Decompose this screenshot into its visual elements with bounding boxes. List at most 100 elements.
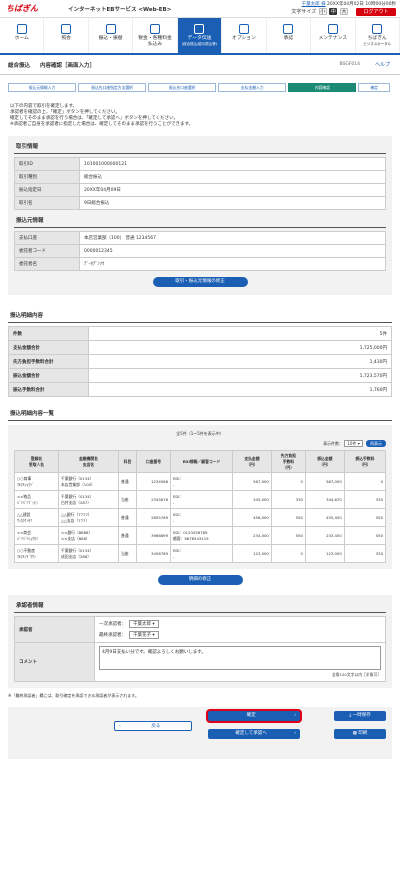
user-info: 千葉太郎 様 20XX年04月02日 10時00分00秒 [302, 1, 396, 7]
list-count: 全5件（1～5件を表示中） [176, 431, 224, 436]
bank-logo[interactable]: ちばぎん [6, 3, 38, 14]
table-row: ○○不動産 ﾏﾙﾏﾙﾌﾄﾞｳｻﾝ 千葉銀行（0134） 成田支店（286） 当座 34… [14, 544, 387, 563]
redisplay-button[interactable]: 再表示 [366, 440, 386, 447]
cell-bank: 千葉銀行（0134） 成田支店（286） [58, 544, 119, 563]
page-subtitle: 内容確認［画面入力］ [40, 62, 96, 69]
cell-kamoku: 当座 [118, 544, 137, 563]
table-row: ××物品 ﾊﾞﾂﾊﾞﾂﾌﾞｯﾋﾝ 千葉銀行（0134） 白井支店（287） 当座 23… [14, 490, 387, 509]
nav-transfer[interactable]: 振込・振替 [89, 18, 134, 53]
cell-fee-other: 0 [270, 544, 306, 563]
footnote: ※「最終承認者」欄には、取引確定を承認できる承認者が表示されます。 [8, 693, 139, 698]
nav-inquiry[interactable]: 照会 [44, 18, 89, 53]
cell-fee-other: 0 [270, 472, 306, 491]
cell-edi: EDI：0123456789 顧客：9876543219 [170, 526, 233, 545]
print-button[interactable]: ▦ 印刷 [334, 729, 386, 739]
cell-amt: 567,000 [304, 472, 345, 491]
nav-approval[interactable]: 承認 [267, 18, 312, 53]
meisai-section: 振込明細内容 件数 5件 支払金額合計 1,725,000円 先方負担手数料合計 1,… [8, 305, 392, 585]
cell-pay: 123,000 [232, 544, 272, 563]
col-bank: 金融機関名 支店名 [58, 450, 119, 473]
step-4: 支払金額入力 [218, 83, 287, 92]
action-area: ‹ 戻る 確定 › 確定して承認へ › ⤓ 一時保存 ▦ 印刷 [8, 707, 392, 759]
nav-option[interactable]: オプション [222, 18, 267, 53]
table-row: 委託者名 ﾃﾞｰﾀﾃﾞﾝｿｳ [14, 257, 386, 271]
cell-fee: 330 [343, 544, 387, 563]
display-count-select[interactable]: 10件 ▾ [344, 440, 363, 447]
section-title-list: 振込明細内容一覧 [8, 403, 392, 421]
save-draft-button[interactable]: ⤓ 一時保存 [334, 711, 386, 721]
table-row: 承認者 一次承認者： 千葉太郎 ▾ 最終承認者： 千葉花子 ▾ [14, 616, 386, 643]
header: ちばぎん インターネットEBサービス <Web-EB> 千葉太郎 様 20XX年… [0, 0, 400, 16]
cell-edi: EDI： - [170, 490, 233, 509]
table-row: 振込金額合計 1,723,570円 [8, 368, 392, 383]
fix-detail-button[interactable]: 明細の修正 [157, 575, 243, 585]
cell-kamoku: 普通 [118, 526, 137, 545]
home-icon [16, 24, 27, 34]
cell-name: △△建設 ｻﾝｶｸｹﾝｾﾂ [14, 508, 59, 527]
meisai-summary-table: 件数 5件 支払金額合計 1,725,000円 先方負担手数料合計 1,430円 振込… [8, 326, 392, 397]
fix-transaction-button[interactable]: 取引・振込元情報の修正 [152, 277, 248, 287]
table-row: 取引名 9日総合振込 [14, 196, 386, 210]
table-row: 支払金額合計 1,725,000円 [8, 340, 392, 355]
nav-data-transmission[interactable]: データ伝送 (総合振込/給与振込等) [177, 18, 223, 53]
col-fee: 振込手数料 （円） [343, 450, 387, 473]
cell-pay: 345,000 [232, 490, 272, 509]
step-indicator: 振込元情報入力 振込先口座指定方法選択 振込先口座選択 支払金額入力 内容確認 … [8, 83, 392, 92]
col-edi: EDI情報／顧客コード [170, 450, 233, 473]
font-large-button[interactable]: 大 [340, 8, 348, 15]
col-account: 口座番号 [136, 450, 171, 473]
cell-kamoku: 普通 [118, 472, 137, 491]
nav-maintenance[interactable]: メンテナンス [311, 18, 356, 53]
col-name: 登録名 受取人名 [14, 450, 59, 473]
cell-bank: △△銀行（7777） △△支店（777） [58, 508, 119, 527]
cell-pay: 456,000 [232, 508, 272, 527]
cell-acct: 1234566 [136, 472, 171, 491]
chevron-left-icon: ‹ [119, 724, 121, 729]
cell-amt: 344,670 [304, 490, 345, 509]
nav-portal[interactable]: ちばぎん ビジネスポータル [356, 18, 400, 53]
cell-kamoku: 普通 [118, 508, 137, 527]
cell-name: ××商会 ﾊﾞﾂﾊﾞﾂｼｮｳｶｲ [14, 526, 59, 545]
cell-fee-other: 550 [270, 508, 306, 527]
col-fee-other: 先方負担 手数料 （円） [270, 450, 306, 473]
confirm-approve-button[interactable]: 確定して承認へ › [208, 729, 300, 739]
cell-acct: 2345678 [136, 490, 171, 509]
nav-tax[interactable]: 税金・各種料金 払込み [133, 18, 178, 53]
comment-note: 全角120文字以内［半角可］ [331, 672, 381, 677]
cell-fee: 330 [343, 490, 387, 509]
cell-name: ○○不動産 ﾏﾙﾏﾙﾌﾄﾞｳｻﾝ [14, 544, 59, 563]
cell-pay: 234,000 [232, 526, 272, 545]
cell-name: ○○商事 ﾏﾙﾏﾙｼｮｳｼﾞ [14, 472, 59, 491]
cell-edi: EDI： - [170, 508, 233, 527]
confirm-button[interactable]: 確定 › [208, 711, 300, 721]
logout-button[interactable]: ログアウト [356, 8, 396, 16]
section-title-torihiki: 取引情報 [14, 142, 386, 154]
font-small-button[interactable]: 小 [318, 8, 327, 15]
table-row: 取引ID 101001000000121 [14, 157, 386, 171]
font-size-label: 文字サイズ [291, 9, 317, 15]
back-button[interactable]: ‹ 戻る [114, 721, 192, 731]
data-icon [194, 24, 205, 34]
first-approver-select[interactable]: 千葉太郎 ▾ [129, 620, 159, 628]
final-approver-select[interactable]: 千葉花子 ▾ [129, 631, 159, 639]
cell-edi: EDI： - [170, 472, 233, 491]
tax-icon [150, 24, 161, 34]
font-medium-button[interactable]: 中 [329, 8, 338, 15]
comment-textarea[interactable]: 4月9日支払い分です。確認よろしくお願いします。 [99, 646, 381, 670]
nav-home[interactable]: ホーム [0, 18, 45, 53]
table-row: 件数 5件 [8, 326, 392, 341]
approver-area: 承認者情報 承認者 一次承認者： 千葉太郎 ▾ 最終承認者： 千葉花子 ▾ コメント… [8, 595, 392, 688]
table-row: 振込手数料合計 1,760円 [8, 382, 392, 397]
instruction-message: 以下の内容で取引を確定します。 承認者を確認の上、「確定」ボタンを押してください… [10, 104, 194, 127]
cell-bank: 千葉銀行（0134） 本店営業部（100） [58, 472, 119, 491]
step-5-current: 内容確認 [288, 83, 357, 92]
cell-amt: 455,450 [304, 508, 345, 527]
table-row: コメント 4月9日支払い分です。確認よろしくお願いします。 全角120文字以内［… [14, 642, 386, 682]
cell-amt: 123,000 [304, 544, 345, 563]
user-name[interactable]: 千葉太郎 様 [302, 2, 326, 7]
table-row: 委託者コード 0000012345 [14, 244, 386, 258]
furikomimoto-table: 支払口座 本店営業部（100） 普通 1234567 委託者コード 00000123… [14, 231, 386, 271]
font-size-control: 文字サイズ 小 中 大 [290, 8, 348, 16]
cell-pay: 567,000 [232, 472, 272, 491]
help-link[interactable]: ヘルプ [375, 61, 390, 68]
